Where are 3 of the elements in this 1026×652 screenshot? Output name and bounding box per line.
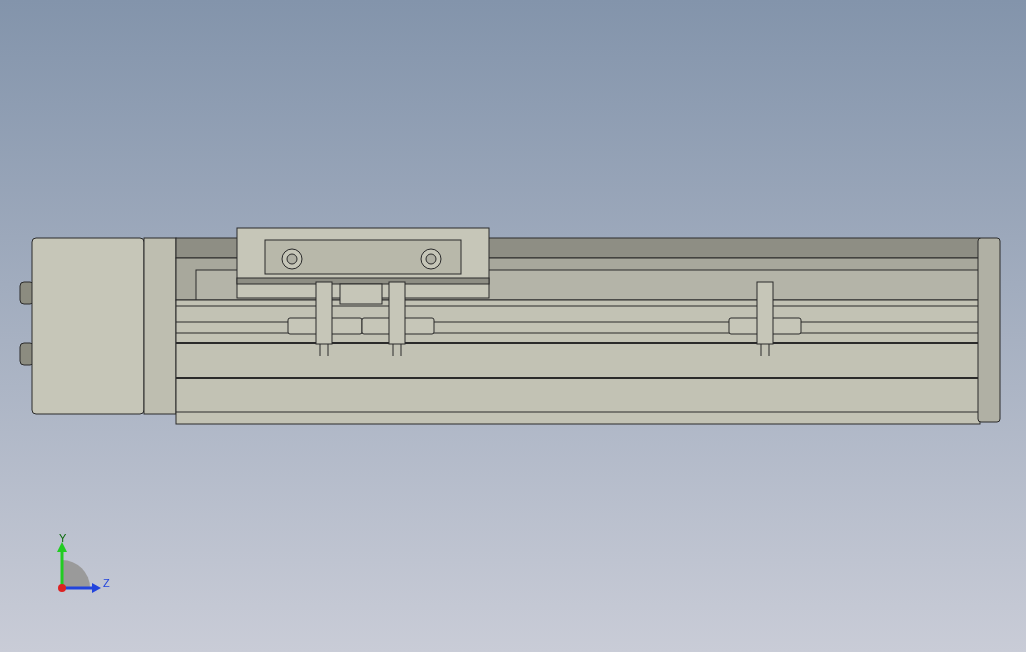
y-axis-label: Y <box>59 532 67 544</box>
axis-triad-drawing <box>57 542 101 593</box>
z-axis-label: Z <box>103 577 110 589</box>
